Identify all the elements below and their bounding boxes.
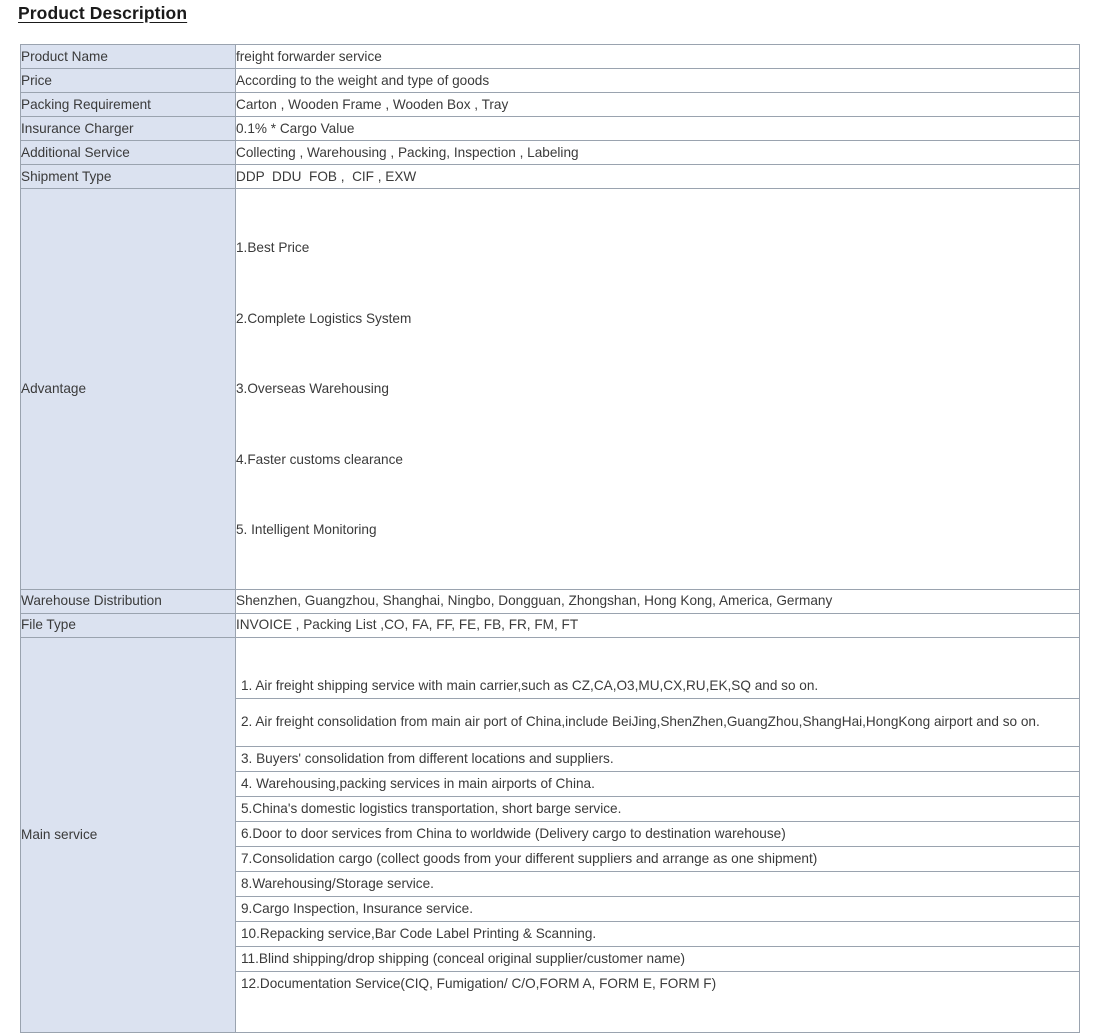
main-service-item: 10.Repacking service,Bar Code Label Prin… xyxy=(236,921,1079,947)
advantage-item: 2.Complete Logistics System xyxy=(236,310,412,326)
row-value-price: According to the weight and type of good… xyxy=(235,68,1080,93)
table-row: Shipment Type DDP DDU FOB , CIF , EXW xyxy=(20,164,1080,189)
product-specification-table: Product Name freight forwarder service P… xyxy=(20,44,1080,1033)
main-service-item: 3. Buyers' consolidation from different … xyxy=(236,746,1079,772)
advantage-item: 3.Overseas Warehousing xyxy=(236,381,389,396)
row-value-file-type: INVOICE , Packing List ,CO, FA, FF, FE, … xyxy=(235,612,1080,638)
list-item: 9.Cargo Inspection, Insurance service. xyxy=(236,896,1079,922)
row-value-packing-requirement: Carton , Wooden Frame , Wooden Box , Tra… xyxy=(235,92,1080,117)
main-service-item: 5.China's domestic logistics transportat… xyxy=(236,796,1079,822)
main-service-item: 11.Blind shipping/drop shipping (conceal… xyxy=(236,946,1079,972)
list-item: 12.Documentation Service(CIQ, Fumigation… xyxy=(236,971,1079,996)
row-label-price: Price xyxy=(20,68,236,93)
list-item: 5.China's domestic logistics transportat… xyxy=(236,796,1079,822)
table-row-main-service: Main service 1. Air freight shipping ser… xyxy=(20,636,1080,1033)
main-service-item: 6.Door to door services from China to wo… xyxy=(236,821,1079,847)
table-row: Price According to the weight and type o… xyxy=(20,68,1080,93)
main-service-list-body: 1. Air freight shipping service with mai… xyxy=(236,673,1079,996)
table-row: Product Name freight forwarder service xyxy=(20,44,1080,69)
row-label-advantage: Advantage xyxy=(20,188,236,590)
list-item: 2. Air freight consolidation from main a… xyxy=(236,698,1079,747)
table-row: Warehouse Distribution Shenzhen, Guangzh… xyxy=(20,588,1080,614)
row-label-file-type: File Type xyxy=(20,612,236,638)
table-body: Product Name freight forwarder service P… xyxy=(20,44,1080,1033)
advantage-item: 1.Best Price xyxy=(236,240,310,255)
row-value-warehouse-distribution: Shenzhen, Guangzhou, Shanghai, Ningbo, D… xyxy=(235,588,1080,614)
list-item: 7.Consolidation cargo (collect goods fro… xyxy=(236,846,1079,872)
main-service-list: 1. Air freight shipping service with mai… xyxy=(236,673,1079,996)
table-row: Insurance Charger 0.1% * Cargo Value xyxy=(20,116,1080,141)
main-service-item: 9.Cargo Inspection, Insurance service. xyxy=(236,896,1079,922)
row-label-main-service: Main service xyxy=(20,636,236,1033)
row-label-additional-service: Additional Service xyxy=(20,140,236,165)
list-item: 11.Blind shipping/drop shipping (conceal… xyxy=(236,946,1079,972)
product-description-page: Product Description Product Name freight… xyxy=(0,0,1094,1033)
advantage-item: 4.Faster customs clearance xyxy=(236,451,403,467)
list-item: 6.Door to door services from China to wo… xyxy=(236,821,1079,847)
table-row-advantage: Advantage 1.Best Price 2.Complete Logist… xyxy=(20,188,1080,590)
row-value-product-name: freight forwarder service xyxy=(235,44,1080,69)
main-service-item: 8.Warehousing/Storage service. xyxy=(236,871,1079,897)
table-row: Packing Requirement Carton , Wooden Fram… xyxy=(20,92,1080,117)
row-value-additional-service: Collecting , Warehousing , Packing, Insp… xyxy=(235,140,1080,165)
table-row: Additional Service Collecting , Warehous… xyxy=(20,140,1080,165)
page-title: Product Description xyxy=(18,3,188,23)
row-value-main-service: 1. Air freight shipping service with mai… xyxy=(235,636,1080,1033)
row-label-product-name: Product Name xyxy=(20,44,236,69)
row-label-packing-requirement: Packing Requirement xyxy=(20,92,236,117)
list-item: 4. Warehousing,packing services in main … xyxy=(236,771,1079,797)
advantage-item: 5. Intelligent Monitoring xyxy=(236,522,377,537)
table-row: File Type INVOICE , Packing List ,CO, FA… xyxy=(20,612,1080,638)
main-service-item: 2. Air freight consolidation from main a… xyxy=(236,698,1079,747)
list-item: 10.Repacking service,Bar Code Label Prin… xyxy=(236,921,1079,947)
list-item: 3. Buyers' consolidation from different … xyxy=(236,746,1079,772)
list-item: 1. Air freight shipping service with mai… xyxy=(236,673,1079,699)
main-service-item: 1. Air freight shipping service with mai… xyxy=(236,673,1079,699)
main-service-item: 4. Warehousing,packing services in main … xyxy=(236,771,1079,797)
row-label-insurance-charger: Insurance Charger xyxy=(20,116,236,141)
list-item: 8.Warehousing/Storage service. xyxy=(236,871,1079,897)
row-label-shipment-type: Shipment Type xyxy=(20,164,236,189)
main-service-item: 12.Documentation Service(CIQ, Fumigation… xyxy=(236,971,1079,996)
main-service-item: 7.Consolidation cargo (collect goods fro… xyxy=(236,846,1079,872)
row-value-shipment-type: DDP DDU FOB , CIF , EXW xyxy=(235,164,1080,189)
row-value-advantage: 1.Best Price 2.Complete Logistics System… xyxy=(235,188,1080,590)
row-value-insurance-charger: 0.1% * Cargo Value xyxy=(235,116,1080,141)
row-label-warehouse-distribution: Warehouse Distribution xyxy=(20,588,236,614)
